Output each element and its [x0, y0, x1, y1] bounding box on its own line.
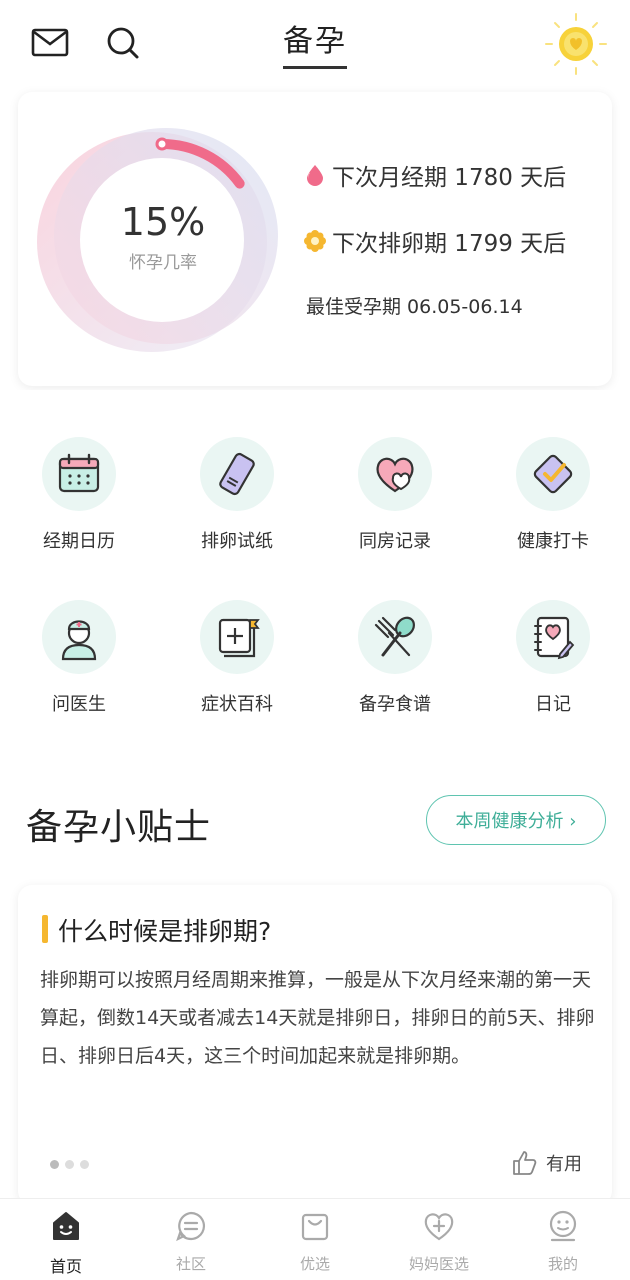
tab-selected[interactable]: 优选: [260, 1209, 370, 1274]
tab-label: 妈妈医选: [408, 1255, 469, 1273]
carousel-dots: [50, 1160, 95, 1169]
pregnancy-rate: 15%: [120, 200, 206, 244]
fork-spoon-icon: [374, 616, 415, 657]
feature-diary[interactable]: 日记: [478, 600, 628, 716]
next-period-text: 下次月经期 1780 天后: [332, 165, 567, 191]
encyclopedia-icon: [218, 618, 260, 658]
best-conception-window: 最佳受孕期 06.05-06.14: [306, 296, 523, 318]
sun-coin-icon[interactable]: [542, 10, 610, 78]
feature-icon-bg: [42, 600, 116, 674]
heart-plus-icon: [424, 1213, 454, 1241]
feature-icon-bg: [200, 437, 274, 511]
feature-label: 日记: [535, 694, 571, 715]
feature-fertility-recipes[interactable]: 备孕食谱: [320, 600, 470, 716]
feature-label: 症状百科: [201, 694, 273, 715]
title-wrap: 备孕: [0, 16, 630, 69]
tab-mine[interactable]: 我的: [508, 1209, 618, 1274]
feature-icon-bg: [358, 600, 432, 674]
feature-icon-bg: [516, 600, 590, 674]
bottom-tab-bar: 首页 社区 优选 妈妈医选 我的: [0, 1198, 630, 1280]
tip-card[interactable]: 什么时候是排卵期? 排卵期可以按照月经周期来推算，一般是从下次月经来潮的第一天算…: [18, 885, 612, 1205]
next-period-row: 下次月经期 1780 天后: [304, 158, 566, 192]
tip-question: 什么时候是排卵期?: [58, 917, 272, 946]
feature-icon-bg: [358, 437, 432, 511]
feature-intimacy-record[interactable]: 同房记录: [320, 437, 470, 553]
pregnancy-rate-label: 怀孕几率: [129, 253, 197, 273]
feature-symptom-encyclopedia[interactable]: 症状百科: [162, 600, 312, 716]
blood-drop-icon: [307, 165, 323, 186]
carousel-dot: [65, 1160, 74, 1169]
tab-mom-medical[interactable]: 妈妈医选: [384, 1209, 494, 1274]
feature-health-checkin[interactable]: 健康打卡: [478, 437, 628, 553]
doctor-icon: [61, 620, 97, 661]
feature-label: 排卵试纸: [201, 531, 273, 552]
test-strip-icon: [219, 452, 255, 496]
tip-body: 排卵期可以按照月经周期来推算，一般是从下次月经来潮的第一天算起，倒数14天或者减…: [40, 969, 595, 1067]
useful-button[interactable]: 有用: [510, 1149, 582, 1177]
feature-label: 健康打卡: [517, 531, 589, 552]
next-ovulation-text: 下次排卵期 1799 天后: [332, 231, 567, 257]
weekly-health-analysis-button[interactable]: 本周健康分析 ›: [426, 795, 606, 845]
tab-home[interactable]: 首页: [11, 1209, 121, 1277]
tab-label: 优选: [299, 1255, 330, 1273]
tip-accent-bar: [42, 915, 48, 943]
carousel-dot: [80, 1160, 89, 1169]
useful-label: 有用: [546, 1154, 582, 1175]
diary-icon: [534, 616, 575, 660]
feature-ask-doctor[interactable]: 问医生: [4, 600, 154, 716]
flower-icon: [304, 230, 326, 252]
rate-arc-start-dot: [155, 137, 169, 151]
feature-icon-bg: [42, 437, 116, 511]
fertility-summary-card[interactable]: 15% 怀孕几率 下次月经期 1780 天后 下次排卵期 1799 天后 最佳受…: [18, 92, 612, 386]
top-bar: 备孕: [0, 0, 630, 80]
hearts-icon: [376, 457, 414, 493]
bag-icon: [301, 1213, 329, 1241]
feature-period-calendar[interactable]: 经期日历: [4, 437, 154, 553]
tips-section-title: 备孕小贴士: [26, 807, 212, 848]
feature-label: 问医生: [52, 694, 106, 715]
page-title: 备孕: [283, 16, 347, 69]
next-ovulation-row: 下次排卵期 1799 天后: [304, 224, 566, 258]
smiley-icon: [549, 1210, 577, 1242]
feature-icon-bg: [200, 600, 274, 674]
tab-community[interactable]: 社区: [136, 1209, 246, 1274]
feature-label: 备孕食谱: [359, 694, 431, 715]
chat-icon: [176, 1211, 206, 1242]
feature-ovulation-test[interactable]: 排卵试纸: [162, 437, 312, 553]
feature-icon-bg: [516, 437, 590, 511]
thumbs-up-icon: [513, 1151, 537, 1175]
tab-label: 我的: [547, 1255, 578, 1273]
tab-label: 首页: [49, 1257, 82, 1276]
calendar-icon: [58, 453, 100, 493]
carousel-dot: [50, 1160, 59, 1169]
feature-label: 经期日历: [43, 531, 115, 552]
checkmark-card-icon: [533, 454, 573, 494]
home-icon: [53, 1212, 79, 1240]
tab-label: 社区: [175, 1255, 206, 1273]
feature-label: 同房记录: [359, 531, 431, 552]
